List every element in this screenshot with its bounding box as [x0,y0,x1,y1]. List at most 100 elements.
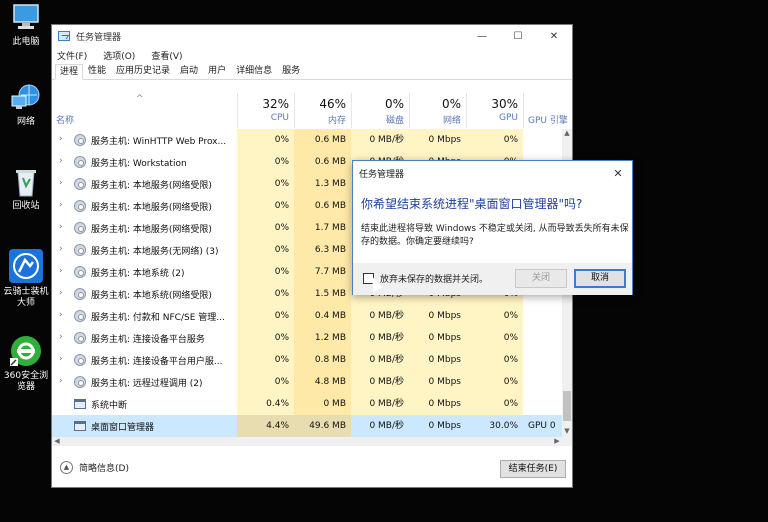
process-name: 服务主机: 连接设备平台服务 [91,335,205,345]
column-network[interactable]: 0% 网络 [409,93,466,128]
end-process-dialog: 任务管理器 ✕ 你希望结束系统进程"桌面窗口管理器"吗? 结束此进程将导致 Wi… [352,160,633,295]
network-icon [9,82,43,114]
memory-total: 46% [319,97,346,111]
cancel-button[interactable]: 取消 [574,269,626,288]
process-name: 服务主机: 远程过程调用 (2) [91,379,203,389]
memory-value: 0.6 MB [294,195,351,217]
tab-details[interactable]: 详细信息 [231,63,277,79]
gear-icon [74,354,86,366]
memory-value: 1.5 MB [294,283,351,305]
expand-arrow-icon[interactable]: › [59,222,69,232]
gpu-value: 30.0% [466,415,523,437]
tab-processes[interactable]: 进程 [55,64,84,80]
process-name: 服务主机: 本地服务(网络受限) [91,225,212,235]
expand-arrow-icon[interactable]: › [59,376,69,386]
memory-value: 0.4 MB [294,305,351,327]
table-row[interactable]: › 服务主机: 远程过程调用 (2) 0% 4.8 MB 0 MB/秒 0 Mbps 0% [52,371,564,393]
expand-arrow-icon[interactable]: › [59,200,69,210]
fewer-details-label: 简略信息(D) [79,464,129,474]
fewer-details-link[interactable]: ▲ 简略信息(D) [60,461,129,474]
tab-performance[interactable]: 性能 [83,63,111,79]
column-memory[interactable]: 46% 内存 [294,93,351,128]
recycle-bin-icon [9,166,43,198]
desktop-icon-yunqishi[interactable]: 云骑士装机大师 [0,248,52,309]
table-row[interactable]: › 服务主机: WinHTTP Web Prox... 0% 0.6 MB 0 MB/秒… [52,129,564,151]
dialog-title: 任务管理器 [359,169,405,180]
title-bar[interactable]: 任务管理器 — ☐ ✕ [52,25,572,47]
scroll-left-arrow-icon[interactable]: ◀ [52,437,62,446]
tab-services[interactable]: 服务 [277,63,305,79]
memory-value: 0.6 MB [294,151,351,173]
network-value: 0 Mbps [409,393,466,415]
process-name: 服务主机: WinHTTP Web Prox... [91,137,227,147]
table-row[interactable]: › 服务主机: 付款和 NFC/SE 管理... 0% 0.4 MB 0 MB/秒 0 M… [52,305,564,327]
process-name: 服务主机: 本地服务(网络受限) [91,181,212,191]
gear-icon [74,178,86,190]
abandon-data-checkbox[interactable]: 放弃未保存的数据并关闭。 [363,272,488,285]
desktop-icon-network[interactable]: 网络 [0,82,52,128]
expand-arrow-icon[interactable]: › [59,178,69,188]
horizontal-scrollbar[interactable]: ◀ ▶ [52,437,572,446]
gpu-engine-value [523,305,564,327]
cpu-value: 0% [237,173,294,195]
tab-startup[interactable]: 启动 [175,63,203,79]
tab-app-history[interactable]: 应用历史记录 [111,63,175,79]
cpu-value: 0% [237,195,294,217]
expand-arrow-icon[interactable]: › [59,332,69,342]
table-row[interactable]: 系统中断 0.4% 0 MB 0 MB/秒 0 Mbps 0% [52,393,564,415]
column-cpu[interactable]: 32% CPU [237,93,294,128]
table-row[interactable]: › 服务主机: 连接设备平台用户服... 0% 0.8 MB 0 MB/秒 0 Mbps 0… [52,349,564,371]
minimize-button[interactable]: — [464,25,500,47]
expand-arrow-icon[interactable]: › [59,244,69,254]
end-task-button[interactable]: 结束任务(E) [500,460,566,478]
scroll-up-arrow-icon[interactable]: ▲ [562,129,572,139]
checkbox-label: 放弃未保存的数据并关闭。 [380,275,489,285]
tab-users[interactable]: 用户 [203,63,231,79]
chevron-up-icon: ▲ [60,461,73,474]
process-name: 服务主机: 本地服务(无网络) (3) [91,247,219,257]
expand-arrow-icon[interactable]: › [59,310,69,320]
table-row[interactable]: › 服务主机: 连接设备平台服务 0% 1.2 MB 0 MB/秒 0 Mbps 0% [52,327,564,349]
desktop-icon-360-browser[interactable]: 360安全浏览器 [0,334,52,393]
disk-value: 0 MB/秒 [351,393,409,415]
maximize-button[interactable]: ☐ [500,25,536,47]
gpu-engine-value: GPU 0 [523,415,564,437]
expand-arrow-icon[interactable]: › [59,354,69,364]
dialog-close-icon[interactable]: ✕ [604,167,632,180]
expand-arrow-icon[interactable]: › [59,156,69,166]
column-name[interactable]: 名称 [56,113,74,126]
cpu-value: 0% [237,129,294,151]
menu-view[interactable]: 查看(V) [151,49,182,62]
memory-value: 7.7 MB [294,261,351,283]
desktop-icon-label: 360安全浏览器 [3,371,49,392]
disk-label: 磁盘 [385,116,404,126]
disk-value: 0 MB/秒 [351,305,409,327]
menu-options[interactable]: 选项(O) [103,49,135,62]
desktop-icon-recycle-bin[interactable]: 回收站 [0,166,52,212]
cpu-value: 0% [237,327,294,349]
table-row[interactable]: 桌面窗口管理器 4.4% 49.6 MB 0 MB/秒 0 Mbps 30.0% GPU 0 [52,415,564,437]
expand-arrow-icon[interactable]: › [59,134,69,144]
memory-value: 0.6 MB [294,129,351,151]
desktop-icon-this-pc[interactable]: 此电脑 [0,2,52,48]
shutdown-button[interactable]: 关闭 [515,269,567,288]
dialog-title-bar[interactable]: 任务管理器 ✕ [353,161,632,185]
sort-caret-icon: ^ [136,94,144,104]
column-disk[interactable]: 0% 磁盘 [351,93,409,128]
expand-arrow-icon[interactable]: › [59,288,69,298]
dialog-footer: 放弃未保存的数据并关闭。 关闭 取消 [353,263,632,295]
menu-file[interactable]: 文件(F) [57,49,87,62]
close-button[interactable]: ✕ [536,25,572,47]
desktop-icon-label: 回收站 [12,201,40,211]
scroll-right-arrow-icon[interactable]: ▶ [552,437,562,446]
gpu-engine-label: GPU 引擎 [528,116,568,126]
scroll-down-arrow-icon[interactable]: ▼ [562,427,572,437]
process-name: 桌面窗口管理器 [91,423,155,433]
scrollbar-thumb[interactable] [563,391,571,421]
window-title: 任务管理器 [76,32,122,43]
column-gpu-engine[interactable]: GPU 引擎 [523,93,572,128]
cpu-value: 0% [237,261,294,283]
expand-arrow-icon[interactable]: › [59,266,69,276]
column-gpu[interactable]: 30% GPU [466,93,523,128]
cpu-value: 0% [237,305,294,327]
